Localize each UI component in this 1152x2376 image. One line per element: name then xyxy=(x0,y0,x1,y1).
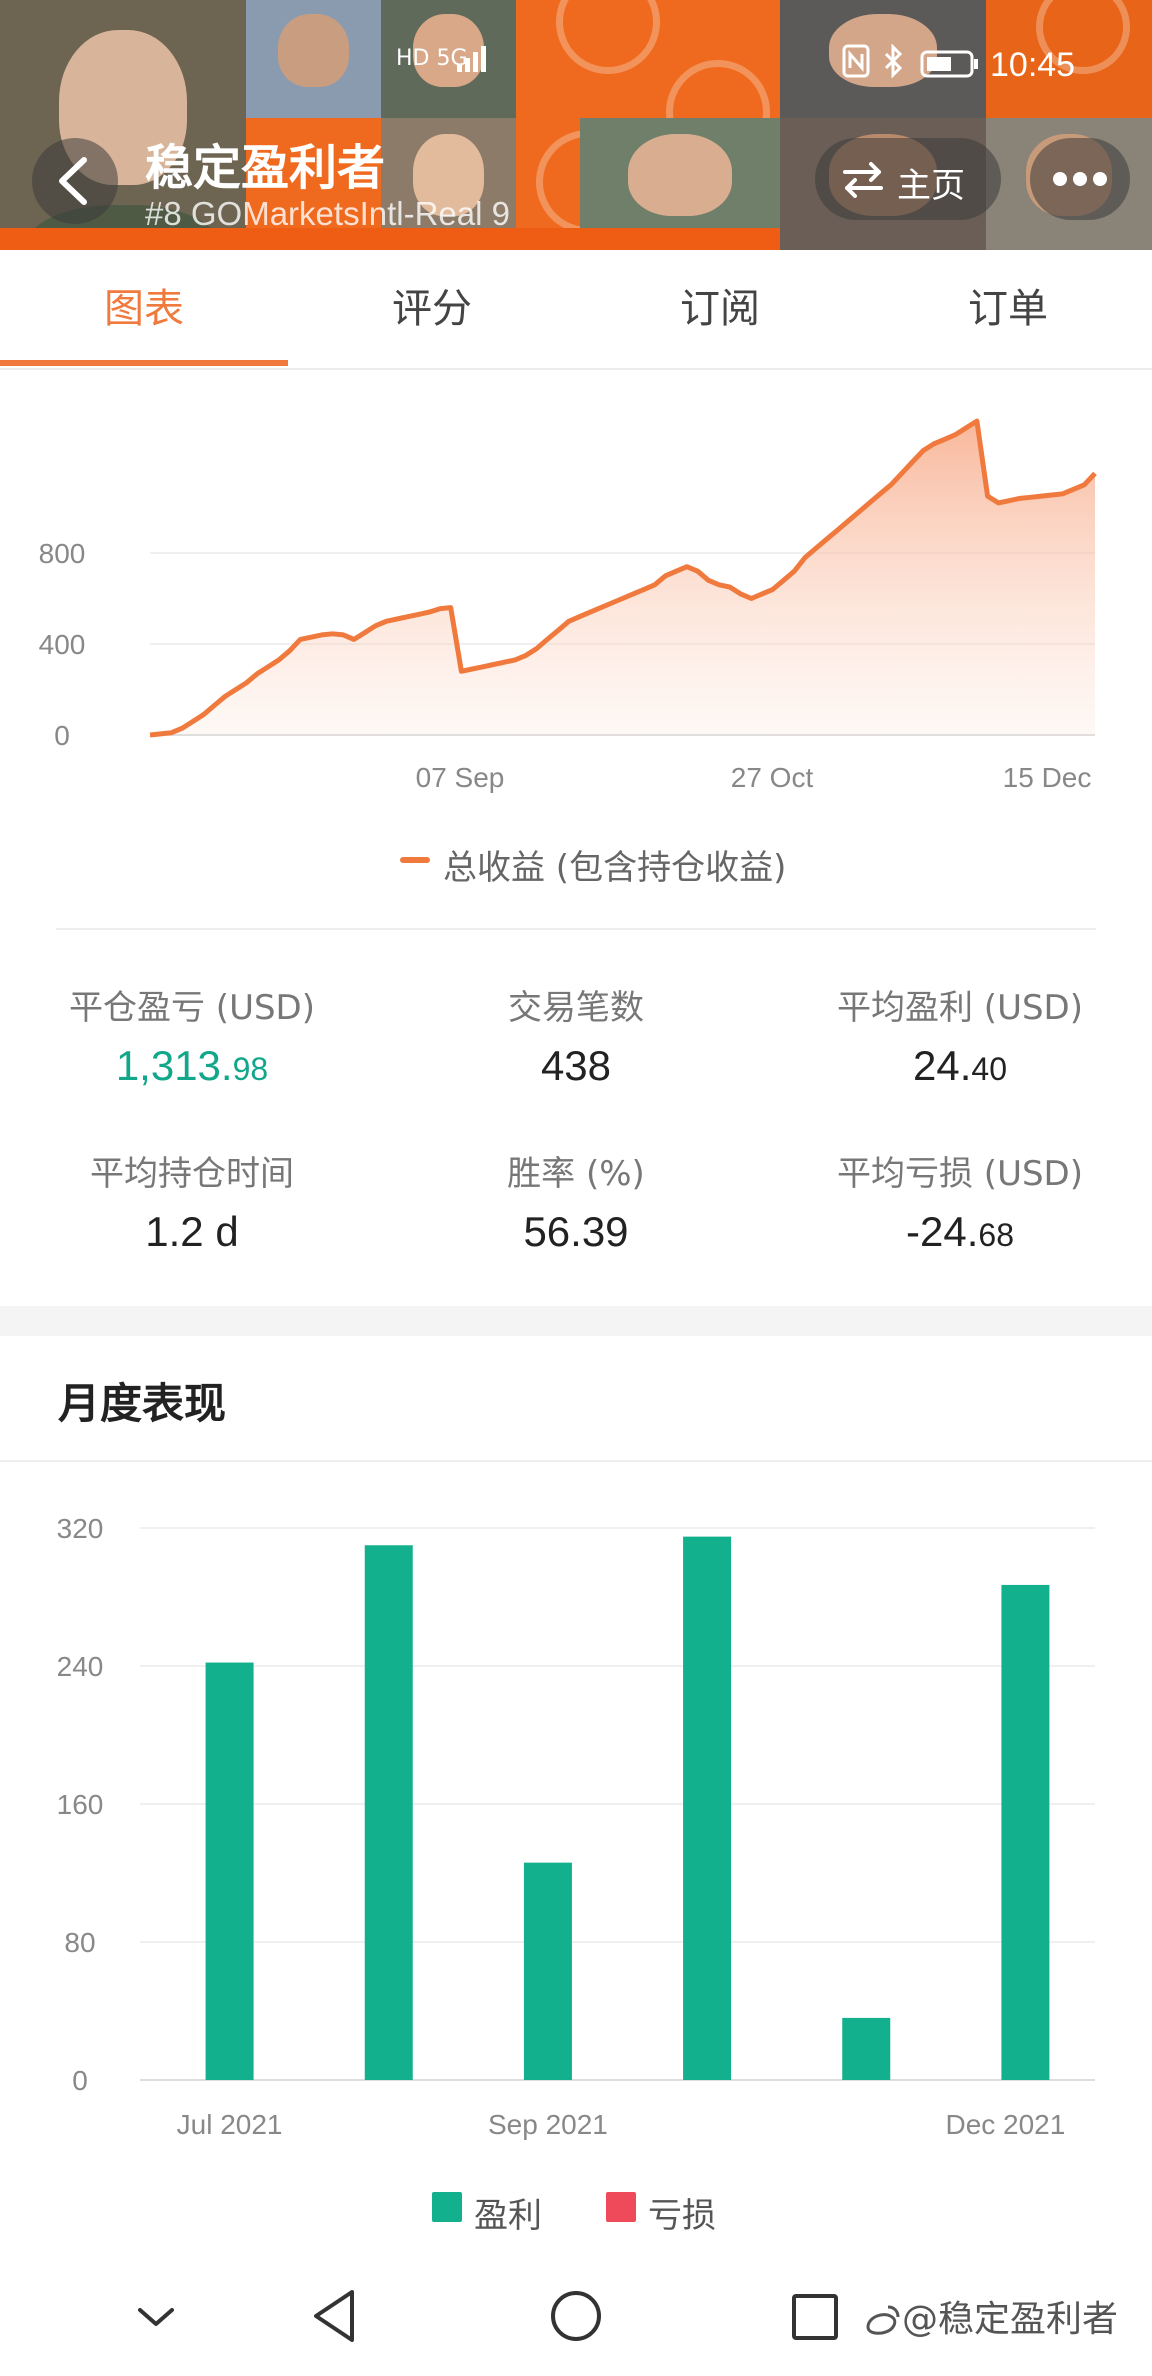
monthly-bar-chart: 0 80 160 240 320 Jul 2021 Sep 2021 Dec 2021 xyxy=(57,1513,1095,2140)
stat-dec: 68 xyxy=(978,1217,1014,1253)
y-tick-label: 0 xyxy=(72,2065,88,2096)
page-title: 稳定盈利者 xyxy=(145,140,386,196)
stat-label-win-rate: 胜率 (%) xyxy=(507,1154,645,1194)
tab-bar: 图表 评分 订阅 订单 xyxy=(0,250,1152,370)
clock: 10:45 xyxy=(990,46,1076,84)
stat-label-closed-pnl: 平仓盈亏 (USD) xyxy=(69,988,315,1028)
section-title: 月度表现 xyxy=(58,1379,227,1428)
battery-icon xyxy=(920,48,980,86)
stat-label-avg-profit: 平均盈利 (USD) xyxy=(837,988,1083,1028)
bluetooth-icon xyxy=(882,43,906,86)
line-legend-label: 总收益 (包含持仓收益) xyxy=(443,848,787,888)
bar-profit xyxy=(205,1662,254,2080)
x-tick-label: 07 Sep xyxy=(416,762,505,793)
legend-profit-label: 盈利 xyxy=(474,2196,542,2236)
stat-value-closed-pnl: 1,313.98 xyxy=(0,1042,384,1090)
more-button[interactable] xyxy=(1030,138,1130,220)
back-triangle-icon[interactable] xyxy=(308,2286,360,2346)
y-tick-label: 320 xyxy=(57,1513,104,1544)
tab-subscribe[interactable]: 订阅 xyxy=(576,250,864,368)
y-tick-label: 0 xyxy=(54,720,70,751)
more-dots-icon xyxy=(1053,172,1107,186)
swap-icon xyxy=(843,162,883,198)
stat-label-avg-hold: 平均持仓时间 xyxy=(90,1154,294,1194)
divider xyxy=(56,928,1096,930)
x-tick-label: 27 Oct xyxy=(731,762,814,793)
x-tick-label: Sep 2021 xyxy=(488,2109,608,2140)
legend-loss-swatch xyxy=(606,2192,636,2222)
x-tick-label: Jul 2021 xyxy=(177,2109,283,2140)
bar-profit xyxy=(523,1862,572,2080)
bar-profit xyxy=(683,1536,732,2080)
chevron-left-icon xyxy=(59,157,87,205)
home-button[interactable]: 主页 xyxy=(815,138,1001,220)
equity-line-chart: 0 400 800 07 Sep 27 Oct 15 Dec xyxy=(39,418,1097,793)
y-tick-label: 160 xyxy=(57,1789,104,1820)
stat-value-avg-hold: 1.2 d xyxy=(0,1208,384,1256)
watermark: @稳定盈利者 xyxy=(862,2290,1118,2342)
x-tick-label: Dec 2021 xyxy=(945,2109,1065,2140)
status-bar: HD 5G 10:45 xyxy=(0,40,1152,92)
equity-area xyxy=(150,421,1095,735)
weibo-logo-icon xyxy=(866,2305,900,2335)
stat-value-avg-profit: 24.40 xyxy=(768,1042,1152,1090)
divider xyxy=(0,1460,1152,1462)
stat-int: 24. xyxy=(913,1042,972,1089)
stat-value-trades: 438 xyxy=(384,1042,768,1090)
bar-profit xyxy=(1001,1584,1050,2080)
stat-label-trades: 交易笔数 xyxy=(508,988,644,1028)
stat-int: 438 xyxy=(540,1042,612,1089)
x-tick-label: 15 Dec xyxy=(1003,762,1092,793)
stat-int: 56.39 xyxy=(523,1208,629,1255)
bar-profit xyxy=(842,2017,891,2080)
nfc-icon xyxy=(842,44,870,86)
bar-profit xyxy=(364,1545,413,2080)
watermark-text: @稳定盈利者 xyxy=(902,2299,1119,2340)
legend-profit-swatch xyxy=(432,2192,462,2222)
y-tick-label: 80 xyxy=(64,1927,95,1958)
legend-line-marker xyxy=(400,857,430,863)
tab-orders[interactable]: 订单 xyxy=(864,250,1152,368)
stat-int: 1.2 d xyxy=(145,1208,239,1255)
stat-dec: 98 xyxy=(232,1051,269,1087)
active-tab-indicator xyxy=(0,360,288,366)
y-tick-label: 800 xyxy=(39,538,86,569)
home-button-label: 主页 xyxy=(897,166,965,206)
y-tick-label: 240 xyxy=(57,1651,104,1682)
section-separator xyxy=(0,1306,1152,1336)
stat-int: -24. xyxy=(906,1208,979,1255)
tab-rating[interactable]: 评分 xyxy=(288,250,576,368)
chevron-down-icon[interactable] xyxy=(134,2302,178,2332)
back-button[interactable] xyxy=(32,138,118,224)
tab-chart[interactable]: 图表 xyxy=(0,250,288,368)
account-subtitle: #8 GOMarketsIntl-Real 9 xyxy=(145,195,510,232)
stat-dec: 40 xyxy=(971,1051,1007,1087)
stat-label-avg-loss: 平均亏损 (USD) xyxy=(837,1154,1083,1194)
signal-icon xyxy=(455,44,489,82)
stat-int: 1,313. xyxy=(115,1042,233,1089)
stat-value-avg-loss: -24.68 xyxy=(768,1208,1152,1256)
legend-loss-label: 亏损 xyxy=(648,2196,716,2236)
y-tick-label: 400 xyxy=(39,629,86,660)
home-circle-icon[interactable] xyxy=(548,2288,604,2344)
stat-value-win-rate: 56.39 xyxy=(384,1208,768,1256)
recents-square-icon[interactable] xyxy=(790,2292,840,2342)
